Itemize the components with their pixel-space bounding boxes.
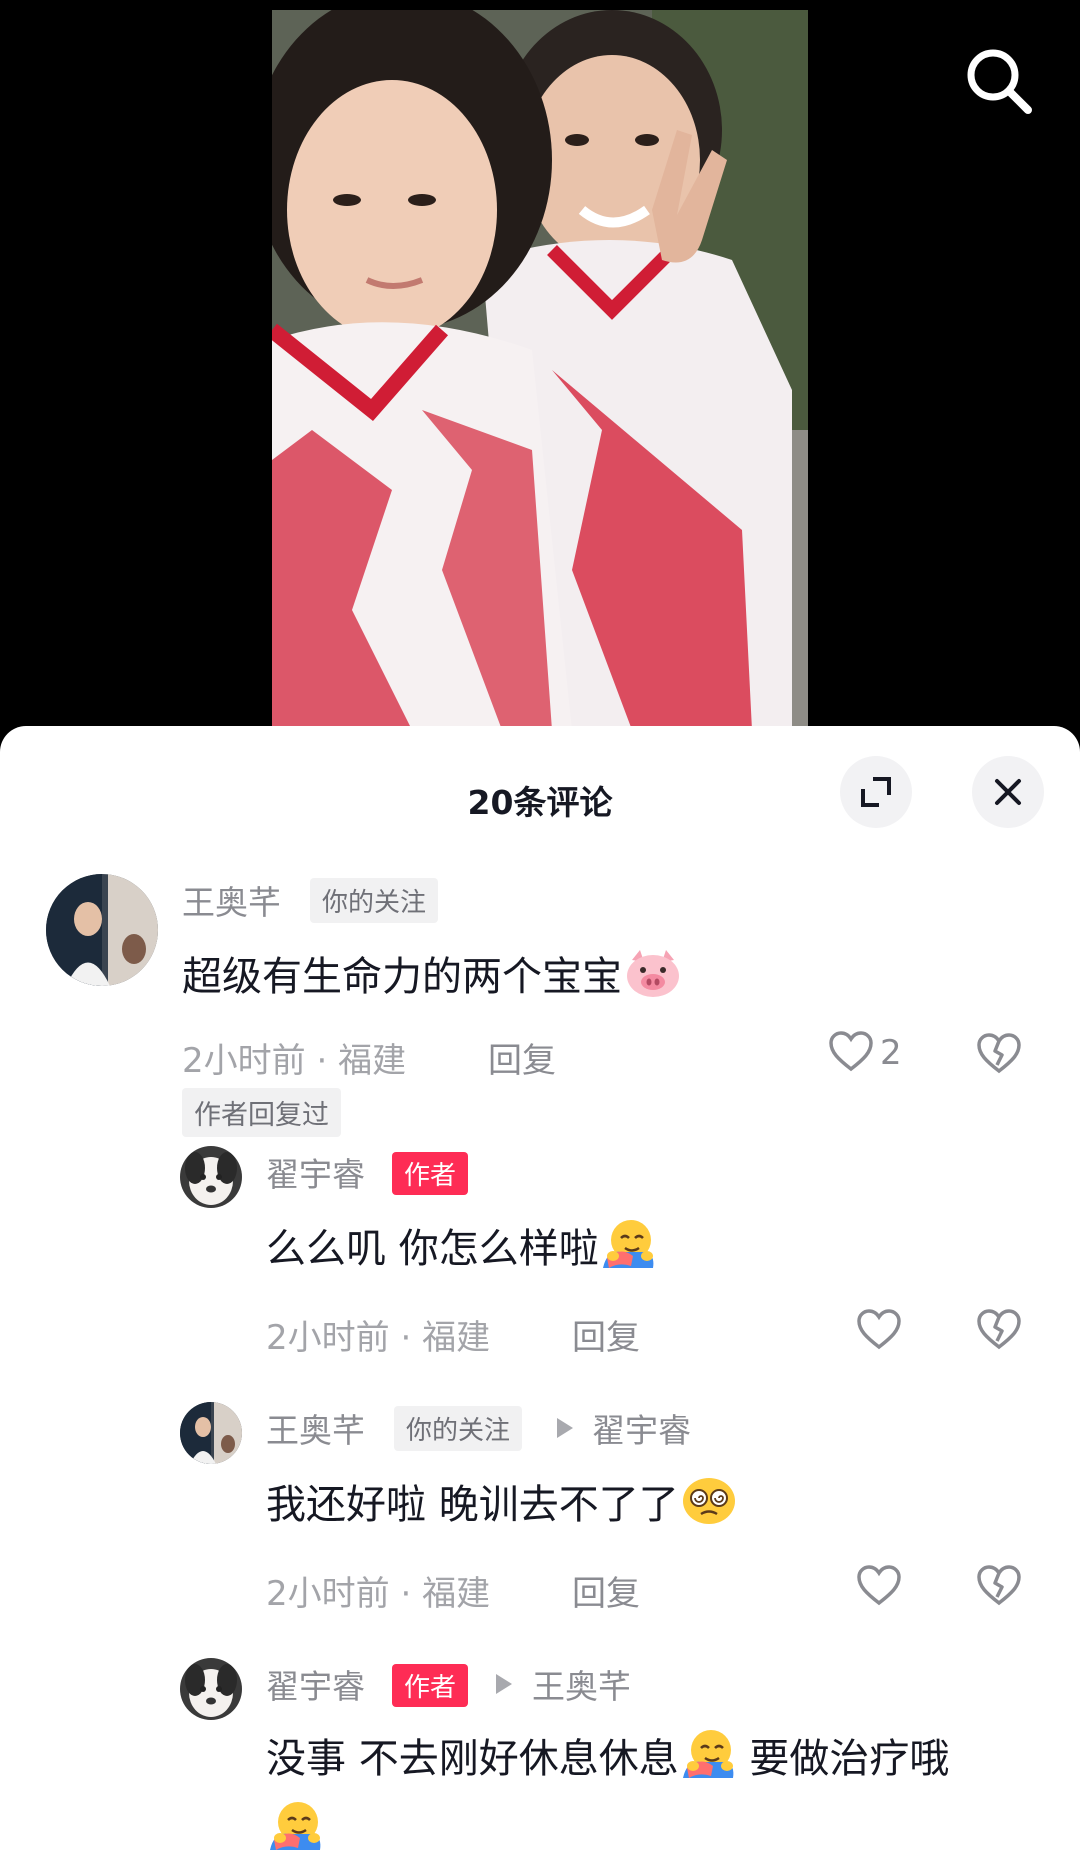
author-replied-tag: 作者回复过 <box>182 1088 341 1137</box>
search-icon[interactable] <box>962 44 1036 118</box>
avatar[interactable] <box>46 874 158 986</box>
follow-badge: 你的关注 <box>310 878 439 923</box>
reply-text-content: 么么叽 你怎么样啦 <box>266 1226 599 1272</box>
reply-text-overflow-line <box>266 1798 324 1862</box>
reply-text-content: 我还好啦 晚训去不了了 <box>266 1482 679 1528</box>
reply-location: 福建 <box>422 1318 491 1358</box>
reply-time: 2小时前 <box>266 1574 390 1614</box>
comment-meta: 2小时前 · 福建 <box>182 1033 406 1082</box>
reply-location: 福建 <box>422 1574 491 1614</box>
comment-time: 2小时前 <box>182 1041 306 1081</box>
comment-sheet: 20条评论 王奥芊 你的关注 超级有生命力的两个宝宝 2小时前 · 福建 回复 … <box>0 726 1080 1864</box>
heart-outline-icon <box>828 1030 874 1076</box>
like-button[interactable]: 2 <box>828 1030 902 1076</box>
reply-to-username[interactable]: 翟宇睿 <box>592 1404 691 1452</box>
video-frame-photo[interactable] <box>272 10 808 730</box>
comment-count-title: 20条评论 <box>467 783 613 822</box>
close-icon[interactable] <box>972 756 1044 828</box>
reply-meta: 2小时前 · 福建 <box>266 1310 490 1359</box>
reply-text: 我还好啦 晚训去不了了 <box>266 1472 737 1536</box>
avatar[interactable] <box>180 1146 242 1208</box>
author-badge: 作者 <box>392 1152 469 1195</box>
avatar[interactable] <box>180 1658 242 1720</box>
reply-text-content-2: 要做治疗哦 <box>736 1736 950 1782</box>
video-player[interactable] <box>0 0 1080 740</box>
comment-text-content: 超级有生命力的两个宝宝 <box>182 954 622 1000</box>
avatar[interactable] <box>180 1402 242 1464</box>
reply-arrow-icon <box>557 1418 573 1438</box>
reply-text-content: 没事 不去刚好休息休息 <box>266 1736 679 1782</box>
comment-location: 福建 <box>338 1041 407 1081</box>
broken-heart-icon[interactable] <box>976 1564 1022 1610</box>
follow-badge: 你的关注 <box>394 1406 523 1451</box>
hugging-face-emoji <box>681 1726 737 1790</box>
reply-button[interactable]: 回复 <box>572 1566 640 1615</box>
reply-username[interactable]: 翟宇睿 <box>266 1660 365 1708</box>
meta-separator: · <box>316 1041 328 1081</box>
hugging-face-emoji <box>601 1216 657 1280</box>
hugging-face-emoji <box>268 1798 324 1862</box>
reply-text: 没事 不去刚好休息休息 要做治疗哦 <box>266 1726 949 1790</box>
comment-text: 超级有生命力的两个宝宝 <box>182 944 682 1008</box>
reply-to-username[interactable]: 王奥芊 <box>532 1660 631 1708</box>
heart-outline-icon[interactable] <box>856 1308 902 1350</box>
reply-username[interactable]: 翟宇睿 <box>266 1148 365 1196</box>
reply-username[interactable]: 王奥芊 <box>266 1404 365 1452</box>
comment-username[interactable]: 王奥芊 <box>182 876 281 924</box>
broken-heart-icon[interactable] <box>976 1032 1022 1078</box>
author-badge: 作者 <box>392 1664 469 1707</box>
meta-separator: · <box>400 1574 412 1614</box>
pig-face-emoji <box>624 948 682 1008</box>
heart-outline-icon[interactable] <box>856 1564 902 1606</box>
meta-separator: · <box>400 1318 412 1358</box>
like-count: 2 <box>880 1033 902 1073</box>
reply-button[interactable]: 回复 <box>572 1310 640 1359</box>
reply-time: 2小时前 <box>266 1318 390 1358</box>
expand-icon[interactable] <box>840 756 912 828</box>
reply-arrow-icon <box>496 1674 512 1694</box>
reply-button[interactable]: 回复 <box>488 1033 556 1082</box>
reply-meta: 2小时前 · 福建 <box>266 1566 490 1615</box>
dizzy-face-emoji <box>681 1476 737 1536</box>
broken-heart-icon[interactable] <box>976 1308 1022 1354</box>
reply-text: 么么叽 你怎么样啦 <box>266 1216 657 1280</box>
